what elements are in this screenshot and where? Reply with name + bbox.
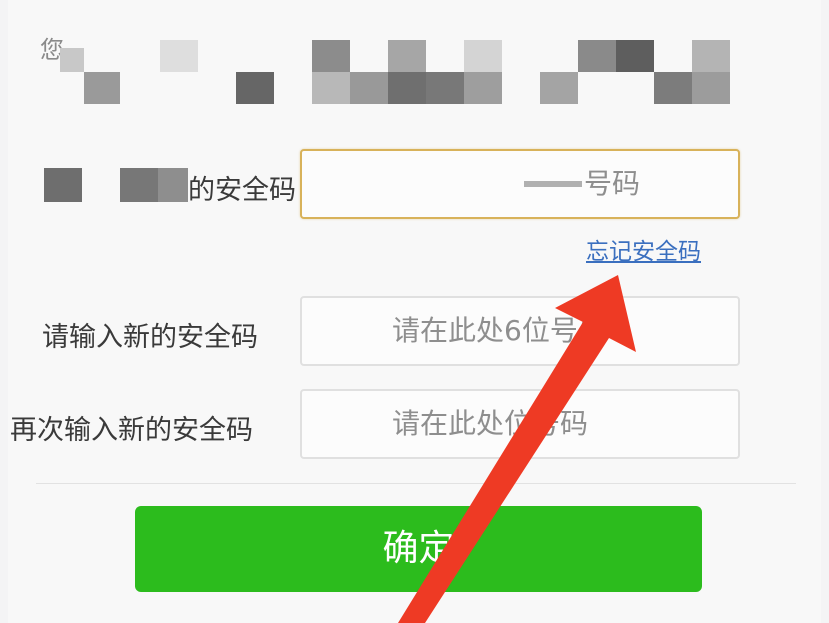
red-arrow-icon	[398, 275, 636, 623]
security-code-page: 您 的安全码 号码 忘记安全码 请输入新的安全码 请在此处6位号码 再次输入新的…	[0, 0, 829, 623]
annotation-arrow	[398, 275, 636, 623]
